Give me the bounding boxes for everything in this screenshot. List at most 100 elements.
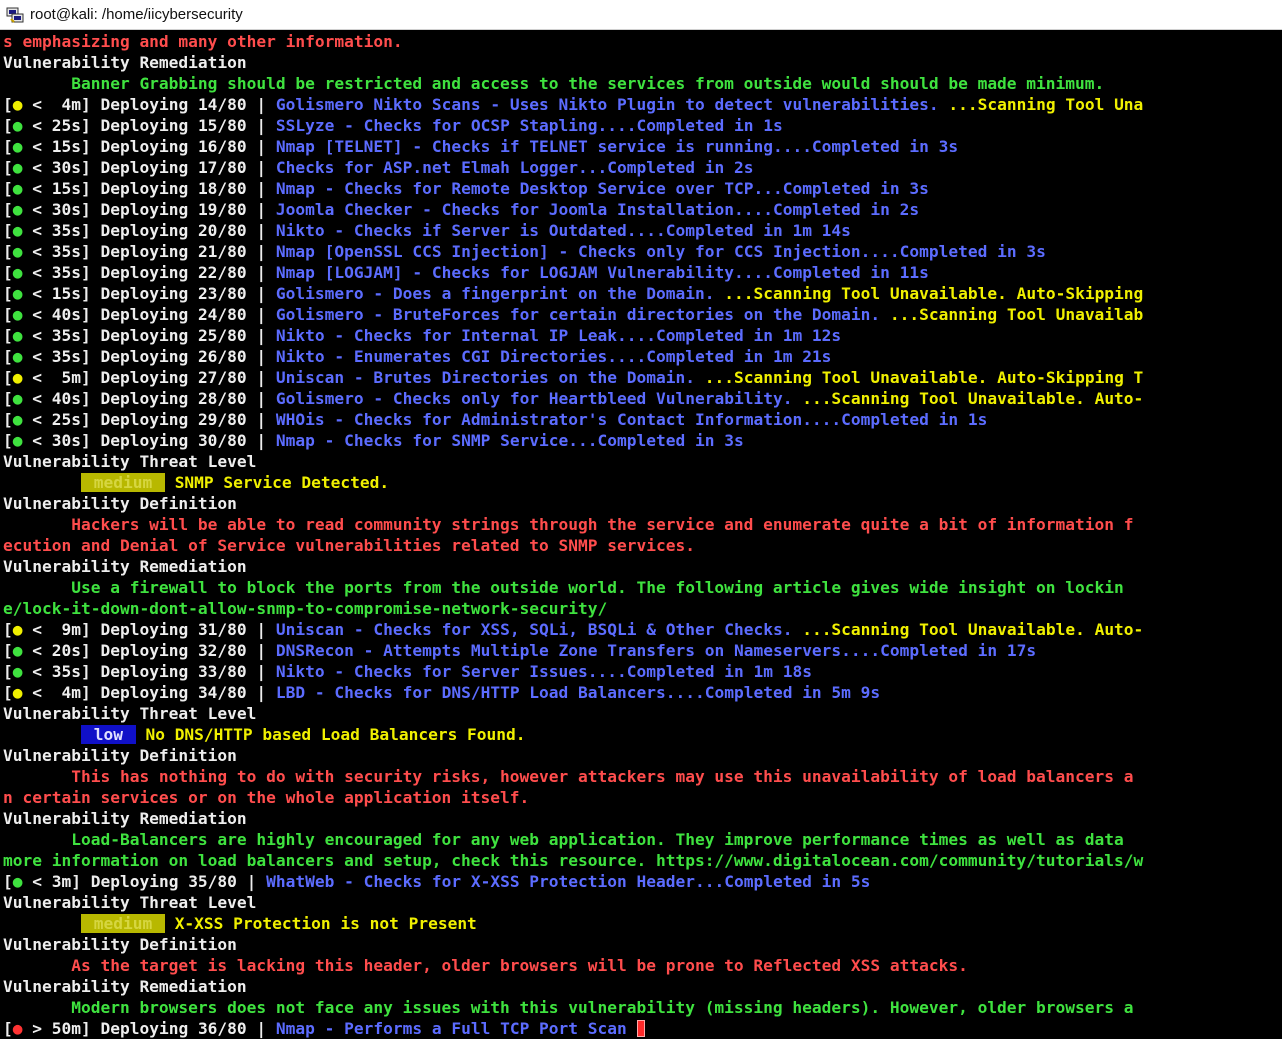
terminal-line: n certain services or on the whole appli… <box>3 787 1282 808</box>
bracket-open: [ <box>3 641 13 660</box>
deploy-line: [● < 35s] Deploying 25/80 | Nikto - Chec… <box>3 325 1282 346</box>
deploy-line: [● > 50m] Deploying 36/80 | Nmap - Perfo… <box>3 1018 1282 1039</box>
terminal-line: s emphasizing and many other information… <box>3 31 1282 52</box>
status-dot-icon: ● <box>12 221 23 240</box>
elapsed-time: < 15s] <box>32 179 91 198</box>
deploy-line: [● < 4m] Deploying 14/80 | Golismero Nik… <box>3 94 1282 115</box>
line-text: Vulnerability Remediation <box>3 53 247 72</box>
separator: | <box>246 389 276 408</box>
bracket-open: [ <box>3 1019 13 1038</box>
deploy-line: [● < 30s] Deploying 17/80 | Checks for A… <box>3 157 1282 178</box>
deploy-count: Deploying 14/80 <box>100 95 247 114</box>
deploy-line: [● < 3m] Deploying 35/80 | WhatWeb - Che… <box>3 871 1282 892</box>
line-text: Hackers will be able to read community s… <box>3 515 1134 534</box>
elapsed-time: < 35s] <box>32 263 91 282</box>
elapsed-time: < 4m] <box>32 683 91 702</box>
elapsed-time: < 9m] <box>32 620 91 639</box>
threat-line: low No DNS/HTTP based Load Balancers Fou… <box>3 724 1282 745</box>
scan-description: DNSRecon - Attempts Multiple Zone Transf… <box>275 641 1037 660</box>
status-dot-icon: ● <box>12 179 23 198</box>
deploy-count: Deploying 20/80 <box>100 221 247 240</box>
terminal-line: Vulnerability Threat Level <box>3 703 1282 724</box>
deploy-line: [● < 35s] Deploying 20/80 | Nikto - Chec… <box>3 220 1282 241</box>
separator: | <box>246 326 276 345</box>
deploy-count: Deploying 15/80 <box>100 116 247 135</box>
scan-description: Nmap - Performs a Full TCP Port Scan <box>275 1019 637 1038</box>
line-text: Vulnerability Definition <box>3 494 237 513</box>
separator: | <box>246 284 276 303</box>
bracket-open: [ <box>3 305 13 324</box>
status-dot-icon: ● <box>12 662 23 681</box>
window-title: root@kali: /home/iicybersecurity <box>30 6 243 23</box>
terminal-line: more information on load balancers and s… <box>3 850 1282 871</box>
separator: | <box>236 872 267 891</box>
threat-level-badge: medium <box>80 914 165 933</box>
status-dot-icon: ● <box>12 620 23 639</box>
elapsed-time: < 30s] <box>32 158 91 177</box>
line-text: Use a firewall to block the ports from t… <box>3 578 1124 597</box>
scan-description: Nmap - Checks for SNMP Service...Complet… <box>275 431 744 450</box>
bracket-open: [ <box>3 95 13 114</box>
status-dot-icon: ● <box>12 158 23 177</box>
separator: | <box>246 242 276 261</box>
scan-description: Nikto - Checks if Server is Outdated....… <box>275 221 851 240</box>
elapsed-time: < 3m] <box>32 872 81 891</box>
title-bar[interactable]: root@kali: /home/iicybersecurity <box>0 0 1282 30</box>
deploy-count: Deploying 26/80 <box>100 347 247 366</box>
elapsed-time: < 15s] <box>32 137 91 156</box>
deploy-count: Deploying 30/80 <box>100 431 247 450</box>
bracket-open: [ <box>3 242 13 261</box>
deploy-line: [● < 35s] Deploying 26/80 | Nikto - Enum… <box>3 346 1282 367</box>
terminal-output[interactable]: s emphasizing and many other information… <box>0 31 1282 1039</box>
deploy-line: [● < 35s] Deploying 33/80 | Nikto - Chec… <box>3 661 1282 682</box>
status-dot-icon: ● <box>12 137 23 156</box>
separator: | <box>246 431 276 450</box>
line-text: Vulnerability Remediation <box>3 809 247 828</box>
separator: | <box>246 221 276 240</box>
scan-description: Nikto - Enumerates CGI Directories....Co… <box>275 347 832 366</box>
bracket-open: [ <box>3 326 13 345</box>
status-dot-icon: ● <box>12 242 23 261</box>
line-text: more information on load balancers and s… <box>3 851 1144 870</box>
scan-status: ...Scanning Tool Unavailab <box>880 305 1144 324</box>
status-dot-icon: ● <box>12 116 23 135</box>
deploy-line: [● < 15s] Deploying 18/80 | Nmap - Check… <box>3 178 1282 199</box>
bracket-open: [ <box>3 200 13 219</box>
deploy-count: Deploying 29/80 <box>100 410 247 429</box>
terminal-line: Use a firewall to block the ports from t… <box>3 577 1282 598</box>
separator: | <box>246 410 276 429</box>
deploy-count: Deploying 22/80 <box>100 263 247 282</box>
deploy-count: Deploying 17/80 <box>100 158 247 177</box>
terminal-line: Vulnerability Remediation <box>3 808 1282 829</box>
line-text: Vulnerability Definition <box>3 935 237 954</box>
status-dot-icon: ● <box>12 872 23 891</box>
terminal-line: Modern browsers does not face any issues… <box>3 997 1282 1018</box>
line-text: Vulnerability Threat Level <box>3 452 257 471</box>
status-dot-icon: ● <box>12 683 23 702</box>
elapsed-time: > 50m] <box>32 1019 91 1038</box>
separator: | <box>246 137 276 156</box>
threat-text: X-XSS Protection is not Present <box>174 914 477 933</box>
status-dot-icon: ● <box>12 200 23 219</box>
bracket-open: [ <box>3 662 13 681</box>
threat-level-badge: low <box>80 725 136 744</box>
status-dot-icon: ● <box>12 95 23 114</box>
scan-status: ...Scanning Tool Unavailable. Auto- <box>792 620 1144 639</box>
terminal-line: Vulnerability Definition <box>3 934 1282 955</box>
deploy-count: Deploying 23/80 <box>100 284 247 303</box>
scan-description: Uniscan - Brutes Directories on the Doma… <box>275 368 695 387</box>
deploy-count: Deploying 21/80 <box>100 242 247 261</box>
scan-description: Nikto - Checks for Internal IP Leak....C… <box>275 326 842 345</box>
terminal-cursor <box>636 1020 645 1037</box>
putty-terminal-icon[interactable] <box>5 5 25 25</box>
bracket-open: [ <box>3 872 13 891</box>
